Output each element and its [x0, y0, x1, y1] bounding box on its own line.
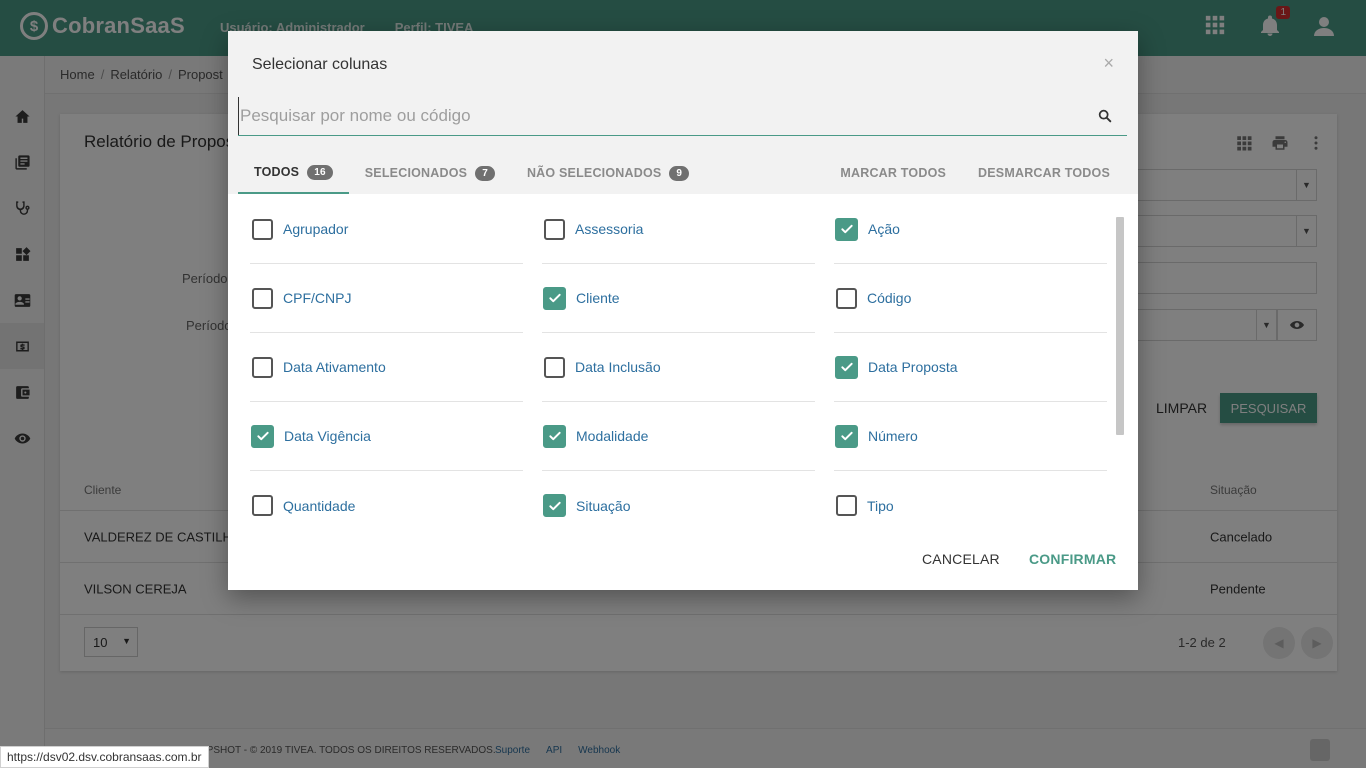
tab-label: NÃO SELECIONADOS: [526, 166, 662, 180]
checkbox-checked[interactable]: [543, 424, 566, 448]
checkbox-unchecked[interactable]: [252, 287, 273, 309]
columns-option-grid: Agrupador Assessoria Ação CPF/CNPJ Cliente Có…: [250, 195, 1107, 540]
column-option-label[interactable]: Situação: [576, 498, 630, 514]
column-option-label[interactable]: CPF/CNPJ: [283, 290, 351, 306]
status-url: https://dsv02.dsv.cobransaas.com.br: [0, 746, 209, 768]
checkbox-checked[interactable]: [835, 424, 858, 448]
tab-label: TODOS: [254, 165, 300, 179]
checkmark-icon: [840, 224, 853, 234]
column-option-label[interactable]: Cliente: [576, 290, 620, 306]
column-option[interactable]: Número: [834, 402, 1107, 471]
column-option-label[interactable]: Quantidade: [283, 498, 355, 514]
checkmark-icon: [548, 293, 561, 303]
bulk-actions: MARCAR TODOS DESMARCAR TODOS: [840, 152, 1110, 194]
column-option[interactable]: Data Ativamento: [250, 333, 523, 402]
column-option[interactable]: Ação: [834, 195, 1107, 264]
checkbox-unchecked[interactable]: [252, 495, 273, 516]
checkmark-icon: [840, 431, 853, 441]
filter-tabs: TODOS 16 SELECIONADOS 7 NÃO SELECIONADOS…: [238, 152, 705, 194]
search-box: [238, 97, 1127, 136]
column-option-label[interactable]: Data Vigência: [284, 428, 371, 444]
confirm-button[interactable]: CONFIRMAR: [1029, 551, 1116, 567]
tab-label: SELECIONADOS: [364, 166, 468, 180]
checkmark-icon: [256, 431, 269, 441]
select-columns-dialog: Selecionar colunas × TODOS 16 SELECIONAD…: [228, 31, 1138, 590]
cancel-button[interactable]: CANCELAR: [922, 551, 1000, 567]
column-option[interactable]: Quantidade: [250, 471, 523, 540]
tab-nao-selecionados[interactable]: NÃO SELECIONADOS 9: [511, 152, 705, 194]
column-option-label[interactable]: Data Ativamento: [283, 359, 386, 375]
count-badge: 16: [307, 164, 333, 180]
checkbox-unchecked[interactable]: [544, 218, 565, 240]
checkmark-icon: [840, 362, 853, 372]
close-icon[interactable]: ×: [1103, 53, 1114, 74]
checkbox-checked[interactable]: [543, 286, 566, 310]
checkmark-icon: [548, 431, 561, 441]
unmark-all-button[interactable]: DESMARCAR TODOS: [978, 166, 1110, 180]
checkbox-checked[interactable]: [835, 355, 858, 379]
tab-selecionados[interactable]: SELECIONADOS 7: [349, 152, 511, 194]
checkmark-icon: [548, 501, 561, 510]
tab-todos[interactable]: TODOS 16: [238, 152, 349, 194]
column-option-label[interactable]: Data Proposta: [868, 359, 958, 375]
column-option-label[interactable]: Modalidade: [576, 428, 648, 444]
options-scrollbar[interactable]: [1116, 217, 1124, 435]
column-option[interactable]: Assessoria: [542, 195, 815, 264]
mark-all-button[interactable]: MARCAR TODOS: [840, 166, 946, 180]
checkbox-checked[interactable]: [835, 217, 858, 241]
column-option[interactable]: Data Inclusão: [542, 333, 815, 402]
checkbox-unchecked[interactable]: [544, 356, 565, 378]
column-option-label[interactable]: Assessoria: [575, 221, 643, 237]
checkbox-checked[interactable]: [543, 494, 566, 517]
column-option-label[interactable]: Número: [868, 428, 918, 444]
column-option-label[interactable]: Agrupador: [283, 221, 348, 237]
checkbox-checked[interactable]: [251, 424, 274, 448]
search-icon[interactable]: [1097, 108, 1113, 124]
column-option[interactable]: Código: [834, 264, 1107, 333]
checkbox-unchecked[interactable]: [836, 287, 857, 309]
column-option[interactable]: Agrupador: [250, 195, 523, 264]
column-search-input[interactable]: [238, 97, 1088, 135]
column-option[interactable]: Data Vigência: [250, 402, 523, 471]
checkbox-unchecked[interactable]: [252, 356, 273, 378]
column-option[interactable]: Modalidade: [542, 402, 815, 471]
column-option[interactable]: CPF/CNPJ: [250, 264, 523, 333]
column-option-label[interactable]: Data Inclusão: [575, 359, 661, 375]
count-badge: 7: [475, 165, 495, 181]
checkbox-unchecked[interactable]: [252, 218, 273, 240]
dialog-title: Selecionar colunas: [252, 56, 388, 73]
column-option-label[interactable]: Ação: [868, 221, 900, 237]
count-badge: 9: [669, 165, 690, 181]
column-option-label[interactable]: Código: [867, 290, 911, 306]
checkbox-unchecked[interactable]: [836, 495, 857, 516]
column-option[interactable]: Data Proposta: [834, 333, 1107, 402]
column-option[interactable]: Tipo: [834, 471, 1107, 540]
dialog-header: Selecionar colunas × TODOS 16 SELECIONAD…: [228, 31, 1138, 194]
column-option[interactable]: Situação: [542, 471, 815, 540]
column-option[interactable]: Cliente: [542, 264, 815, 333]
column-option-label[interactable]: Tipo: [867, 498, 894, 514]
